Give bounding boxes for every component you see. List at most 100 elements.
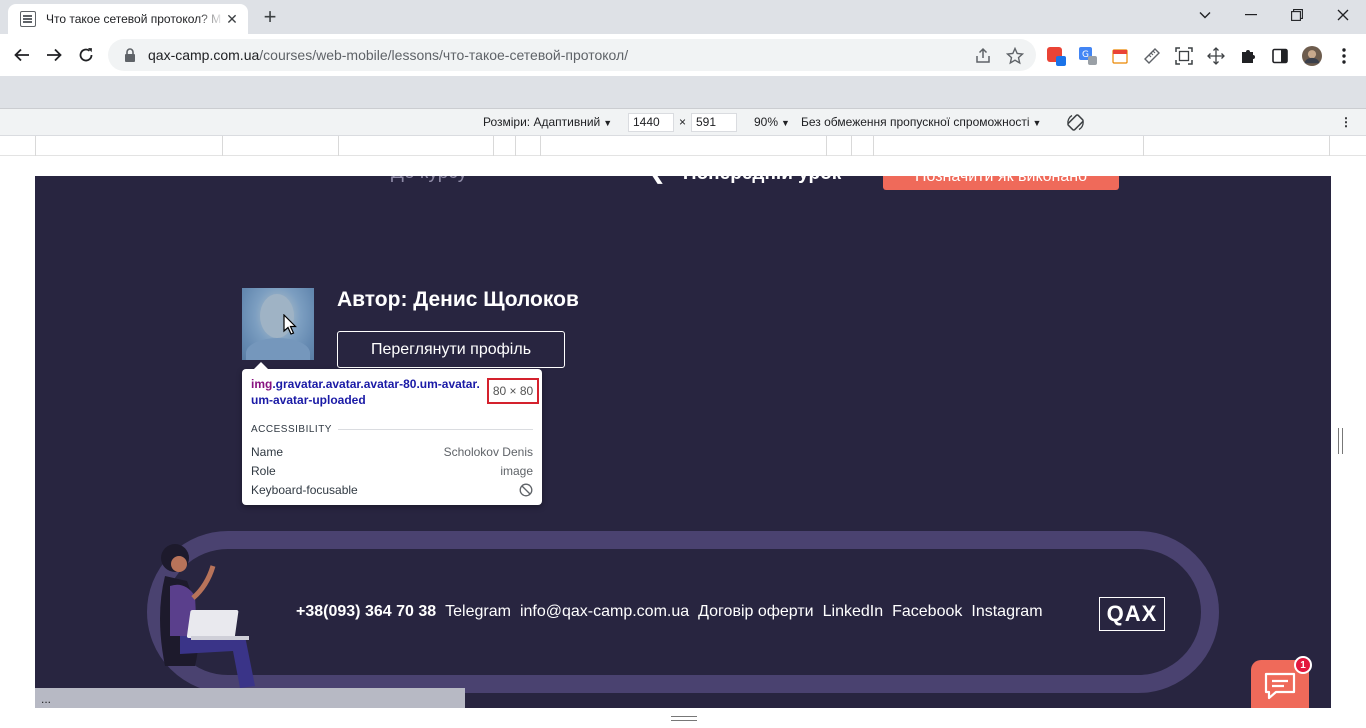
row-label: Name (251, 445, 284, 459)
bookmark-star-icon[interactable] (1006, 47, 1024, 65)
svg-text:G: G (1082, 50, 1089, 60)
ruler-tick (1329, 136, 1330, 156)
url-host: qax-camp.com.ua (148, 47, 260, 63)
view-profile-button[interactable]: Переглянути профіль (337, 331, 565, 368)
prev-lesson-label: Попередній урок (683, 176, 841, 184)
element-selector: img.gravatar.avatar.avatar-80.um-avatar.… (251, 376, 481, 408)
device-toolbar: Розміри: Адаптивний ▼ 1440 × 591 90% ▼ Без… (0, 108, 1366, 136)
close-tab-icon[interactable]: ✕ (224, 11, 240, 27)
prev-lesson-link[interactable]: ❮ Попередній урок (649, 176, 841, 190)
share-icon[interactable] (974, 47, 992, 65)
element-tag: img (251, 377, 273, 391)
row-label: Role (251, 464, 276, 478)
zoom-dropdown[interactable]: 90% ▼ (754, 115, 790, 129)
extensions-puzzle-icon[interactable] (1238, 46, 1258, 66)
footer-email-link[interactable]: info@qax-camp.com.ua (520, 603, 689, 621)
dimensions-label: Розміри: Адаптивний (483, 115, 601, 129)
browser-toolbar: qax-camp.com.ua/courses/web-mobile/lesso… (0, 34, 1366, 76)
mouse-cursor-icon (283, 314, 297, 335)
ruler-tick (1143, 136, 1144, 156)
footer-phone[interactable]: +38(093) 364 70 38 (296, 603, 436, 621)
tooltip-row-keyboard-focusable: Keyboard-focusable (251, 483, 533, 497)
woman-with-laptop-illustration (160, 544, 255, 688)
tooltip-row-name: Name Scholokov Denis (251, 445, 533, 459)
browser-menu-icon[interactable] (1334, 46, 1354, 66)
status-bar: ... (35, 688, 465, 708)
ruler-tick (35, 136, 36, 156)
browser-tab[interactable]: Что такое сетевой протокол? М ✕ (8, 4, 248, 34)
dimensions-dropdown[interactable]: Розміри: Адаптивний ▼ (483, 115, 612, 129)
tooltip-row-role: Role image (251, 464, 533, 478)
ruler-tick (515, 136, 516, 156)
side-resize-handle[interactable] (1338, 428, 1343, 454)
tab-title: Что такое сетевой протокол? М (46, 12, 222, 26)
lock-icon[interactable] (122, 47, 138, 63)
devtools-top-gap (0, 76, 1366, 108)
dropdown-arrow-icon: ▼ (603, 118, 613, 128)
footer-instagram-link[interactable]: Instagram (971, 603, 1042, 621)
extension-red-icon[interactable] (1046, 46, 1066, 66)
reload-icon[interactable] (72, 41, 100, 69)
profile-avatar[interactable] (1302, 46, 1322, 66)
tab-strip: Что такое сетевой протокол? М ✕ + (0, 0, 1366, 34)
footer-linkedin-link[interactable]: LinkedIn (823, 603, 884, 621)
chat-bubble-icon (1264, 672, 1296, 700)
ruler-tick (222, 136, 223, 156)
chevron-down-icon[interactable] (1182, 0, 1228, 30)
ruler-tick (826, 136, 827, 156)
back-to-course-link[interactable]: До курсу (391, 176, 467, 190)
url-path: /courses/web-mobile/lessons/что-такое-се… (259, 47, 629, 63)
ruler-tick (540, 136, 541, 156)
ruler-tick (493, 136, 494, 156)
mark-done-button[interactable]: Позначити як виконано (883, 176, 1119, 190)
accessibility-heading: ACCESSIBILITY (251, 424, 332, 435)
element-classes: .gravatar.avatar.avatar-80.um-avatar.um-… (251, 377, 480, 407)
move-extension-icon[interactable] (1206, 46, 1226, 66)
element-size-box: 80 × 80 (487, 378, 539, 404)
row-value: Scholokov Denis (443, 445, 533, 459)
height-input[interactable]: 591 (691, 113, 737, 132)
forward-arrow-icon[interactable] (40, 41, 68, 69)
page-favicon-icon (20, 11, 36, 27)
bottom-resize-handle[interactable] (671, 716, 697, 721)
media-query-ruler (0, 136, 1366, 156)
calendar-extension-icon[interactable] (1110, 46, 1130, 66)
row-value: image (500, 464, 533, 478)
url-text: qax-camp.com.ua/courses/web-mobile/lesso… (148, 47, 628, 63)
times-sign: × (679, 115, 687, 129)
not-focusable-icon (519, 483, 533, 497)
throttling-label: Без обмеження пропускної спроможності (801, 115, 1030, 129)
chat-unread-badge: 1 (1294, 656, 1312, 674)
row-label: Keyboard-focusable (251, 483, 358, 497)
close-window-button[interactable] (1320, 0, 1366, 30)
translate-extension-icon[interactable]: G (1078, 46, 1098, 66)
footer-facebook-link[interactable]: Facebook (892, 603, 962, 621)
ruler-tick (873, 136, 874, 156)
restore-button[interactable] (1274, 0, 1320, 30)
accessibility-section-title: ACCESSIBILITY (251, 424, 533, 435)
ruler-tick (338, 136, 339, 156)
author-name: Автор: Денис Щолоков (337, 288, 579, 311)
ruler-tick (851, 136, 852, 156)
ruler-extension-icon[interactable] (1142, 46, 1162, 66)
inspect-tooltip: img.gravatar.avatar.avatar-80.um-avatar.… (242, 362, 542, 505)
qax-logo[interactable]: QAX (1099, 597, 1165, 631)
new-tab-button[interactable]: + (258, 6, 282, 30)
inspect-highlight-overlay (242, 288, 314, 360)
dropdown-arrow-icon: ▼ (781, 118, 790, 128)
side-panel-icon[interactable] (1270, 46, 1290, 66)
footer-telegram-link[interactable]: Telegram (445, 603, 511, 621)
minimize-button[interactable] (1228, 0, 1274, 30)
rotate-icon[interactable] (1066, 113, 1085, 135)
screenshot-extension-icon[interactable] (1174, 46, 1194, 66)
back-arrow-icon[interactable] (8, 41, 36, 69)
footer-offer-link[interactable]: Договір оферти (698, 603, 813, 621)
address-bar[interactable]: qax-camp.com.ua/courses/web-mobile/lesso… (108, 39, 1036, 71)
zoom-label: 90% (754, 115, 779, 129)
footer-links: +38(093) 364 70 38 Telegram info@qax-cam… (296, 603, 1043, 621)
width-input[interactable]: 1440 (628, 113, 674, 132)
throttling-dropdown[interactable]: Без обмеження пропускної спроможності ▼ (801, 115, 1041, 129)
emulated-page: До курсу ❮ Попередній урок Позначити як в… (35, 176, 1331, 708)
device-toolbar-more-icon[interactable]: ⋮ (1340, 115, 1352, 129)
dropdown-arrow-icon: ▼ (1032, 118, 1042, 128)
